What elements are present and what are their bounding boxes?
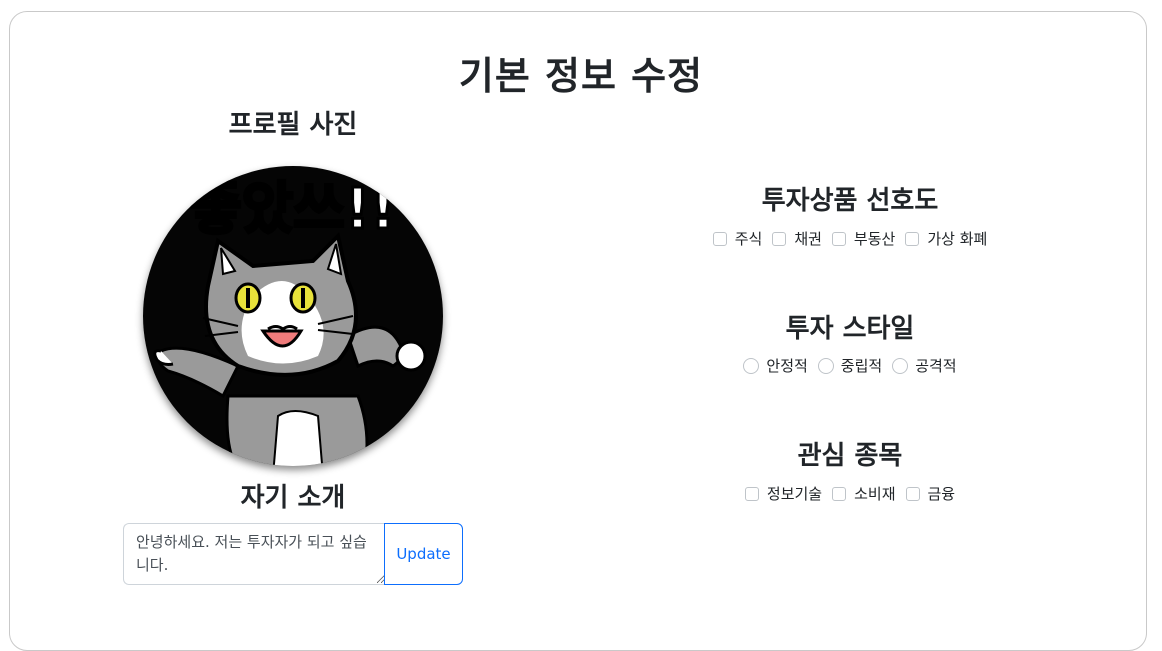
option-stable[interactable]: 안정적 (743, 356, 808, 376)
investment-style-options: 안정적 중립적 공격적 (650, 356, 1050, 376)
checkbox[interactable] (831, 232, 846, 246)
option-aggressive[interactable]: 공격적 (892, 356, 957, 376)
checkbox[interactable] (744, 487, 759, 501)
avatar-caption: 좋았쓰!! (190, 177, 396, 242)
option-label: 부동산 (853, 230, 896, 248)
self-intro-input-group: 안녕하세요. 저는 투자자가 되고 싶습니다. Update (123, 523, 463, 585)
option-crypto[interactable]: 가상 화폐 (905, 229, 987, 249)
investment-products-title: 투자상품 선호도 (761, 186, 939, 216)
option-neutral[interactable]: 중립적 (817, 356, 883, 376)
option-label: 공격적 (915, 357, 957, 375)
profile-avatar[interactable]: 좋았쓰!! (143, 166, 443, 466)
option-label: 중립적 (840, 357, 883, 375)
option-label: 소비재 (854, 485, 896, 503)
radio[interactable] (743, 358, 760, 374)
option-label: 주식 (734, 230, 763, 248)
avatar-image: 좋았쓰!! (143, 166, 443, 466)
checkbox[interactable] (905, 232, 920, 246)
checkbox[interactable] (712, 232, 727, 246)
investment-style-title: 투자 스타일 (785, 314, 915, 344)
interests-options: 정보기술 소비재 금융 (650, 484, 1050, 504)
option-label: 채권 (794, 230, 822, 248)
radio[interactable] (817, 358, 834, 374)
option-consumer-goods[interactable]: 소비재 (832, 484, 896, 504)
checkbox[interactable] (832, 487, 847, 501)
checkbox[interactable] (905, 487, 920, 501)
option-bonds[interactable]: 채권 (772, 229, 822, 249)
option-it[interactable]: 정보기술 (744, 484, 823, 504)
option-finance[interactable]: 금융 (905, 484, 956, 504)
option-label: 정보기술 (766, 485, 823, 503)
self-intro-title: 자기 소개 (240, 483, 346, 513)
update-button[interactable]: Update (384, 523, 463, 585)
checkbox[interactable] (772, 232, 787, 246)
self-intro-textarea[interactable]: 안녕하세요. 저는 투자자가 되고 싶습니다. (123, 523, 385, 585)
option-label: 금융 (927, 485, 956, 503)
page-title: 기본 정보 수정 (458, 54, 704, 98)
investment-products-options: 주식 채권 부동산 가상 화폐 (650, 229, 1050, 249)
profile-photo-title: 프로필 사진 (228, 110, 358, 140)
interests-title: 관심 종목 (797, 441, 903, 471)
option-stocks[interactable]: 주식 (712, 229, 763, 249)
option-label: 가상 화폐 (927, 230, 988, 248)
option-label: 안정적 (766, 357, 808, 375)
option-real-estate[interactable]: 부동산 (831, 229, 896, 249)
radio[interactable] (892, 358, 909, 374)
